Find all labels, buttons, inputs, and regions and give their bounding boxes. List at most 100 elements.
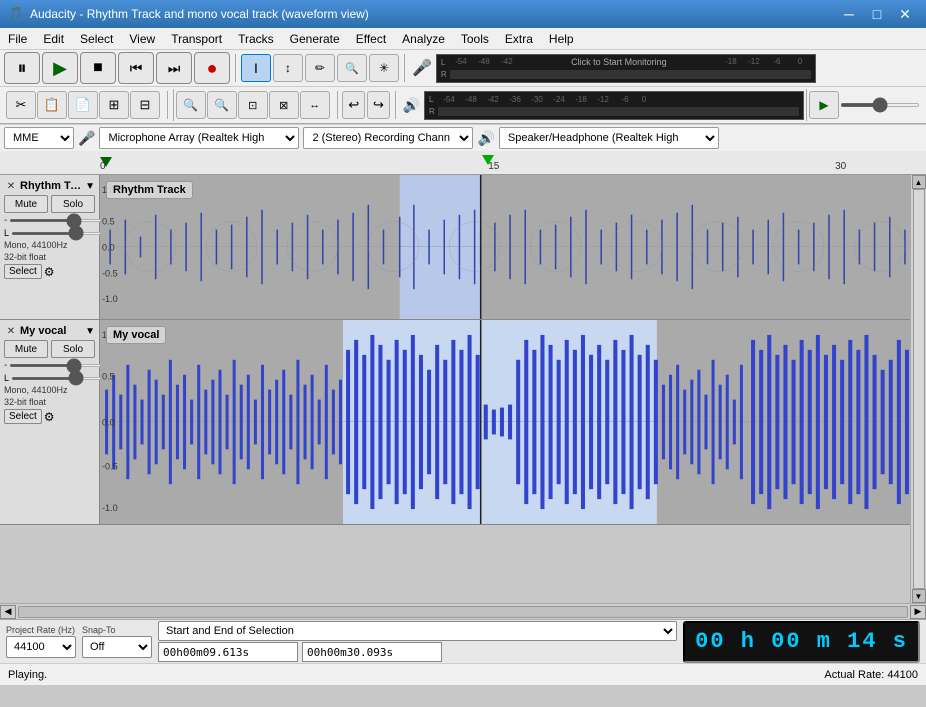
snap-to-label: Snap-To [82,625,152,635]
title-bar-controls: ─ □ ✕ [836,4,918,24]
status-playing: Playing. [8,669,804,681]
project-rate-section: Project Rate (Hz) 44100 [6,625,76,658]
fit-selection-button[interactable]: ⊡ [238,91,268,119]
rhythm-track-menu[interactable]: ▼ [85,181,95,192]
app-icon: 🎵 [8,6,24,22]
vocal-settings-icon[interactable]: ⚙ [44,410,58,424]
menu-effect[interactable]: Effect [348,28,394,49]
menu-extra[interactable]: Extra [497,28,541,49]
rhythm-track-content[interactable]: 1.0 0.5 0.0 -0.5 -1.0 Rhythm Track [100,175,910,319]
zoom-out-button[interactable]: 🔍 [207,91,237,119]
speed-slider[interactable] [840,103,920,107]
menu-analyze[interactable]: Analyze [394,28,453,49]
menu-generate[interactable]: Generate [282,28,348,49]
envelope-tool-button[interactable]: ↕ [273,54,303,82]
vocal-track-controls: ✕ My vocal ▼ Mute Solo - + L [0,320,100,524]
zoom-toggle-button[interactable]: ↔ [300,91,330,119]
output-meter[interactable]: L -54 -48 -42 -36 -30 -24 -18 -12 -6 0 [424,91,804,120]
pause-button[interactable]: ⏸ [4,52,40,84]
svg-text:-0.5: -0.5 [102,461,118,471]
vocal-track-content[interactable]: 1.0 0.5 0.0 -0.5 -1.0 My vocal [100,320,910,524]
selection-end-input[interactable] [302,642,442,662]
timeline-mark-0: 0 [100,161,106,172]
scroll-left-button[interactable]: ◀ [0,605,16,619]
selection-start-input[interactable] [158,642,298,662]
time-value: 00 h 00 m 14 s [695,629,908,654]
selection-mode-select[interactable]: Start and End of Selection [158,621,677,641]
speaker-device-icon: 🔊 [477,130,494,147]
minimize-button[interactable]: ─ [836,4,862,24]
forward-button[interactable]: ⏭ [156,52,192,84]
menu-select[interactable]: Select [72,28,121,49]
rhythm-select-button[interactable]: Select [4,264,42,279]
menu-bar: File Edit Select View Transport Tracks G… [0,28,926,50]
undo-button[interactable]: ↩ [342,91,365,119]
rhythm-gain-minus: - [4,215,7,226]
vertical-scrollbar[interactable]: ▲ ▼ [910,175,926,603]
vocal-pan-left: L [4,373,9,383]
menu-edit[interactable]: Edit [35,28,72,49]
output-device-select[interactable]: Speaker/Headphone (Realtek High [499,127,719,149]
menu-transport[interactable]: Transport [163,28,230,49]
svg-text:0.0: 0.0 [102,243,115,253]
selection-tool-button[interactable]: I [241,54,271,82]
rhythm-pan-left: L [4,228,9,238]
project-rate-select[interactable]: 44100 [6,636,76,658]
vocal-select-button[interactable]: Select [4,409,42,424]
time-display: 00 h 00 m 14 s [683,621,920,663]
vocal-track-name: My vocal [20,325,83,337]
input-meter[interactable]: L -54 -48 -42 Click to Start Monitoring … [436,54,816,83]
record-button[interactable]: ● [194,52,230,84]
snap-to-select[interactable]: Off [82,636,152,658]
rhythm-solo-button[interactable]: Solo [51,195,95,213]
channel-select[interactable]: 2 (Stereo) Recording Chann [303,127,473,149]
multitool-button[interactable]: ✳ [369,54,399,82]
fit-project-button[interactable]: ⊠ [269,91,299,119]
scroll-track [913,189,925,589]
rhythm-mute-button[interactable]: Mute [4,195,48,213]
cut-button[interactable]: ✂ [6,91,36,119]
vocal-close-button[interactable]: ✕ [4,324,18,338]
zoom-in-button[interactable]: 🔍 [176,91,206,119]
toolbar-row1: ⏸ ▶ ■ ⏮ ⏭ ● I ↕ ✏ 🔍 ✳ 🎤 L [0,50,926,124]
svg-text:1.0: 1.0 [102,330,115,340]
rewind-button[interactable]: ⏮ [118,52,154,84]
vocal-mute-button[interactable]: Mute [4,340,48,358]
vocal-track-menu[interactable]: ▼ [85,326,95,337]
rhythm-track: ✕ Rhythm Trac ▼ Mute Solo - + L [0,175,910,320]
maximize-button[interactable]: □ [864,4,890,24]
menu-tracks[interactable]: Tracks [230,28,282,49]
rhythm-track-controls: ✕ Rhythm Trac ▼ Mute Solo - + L [0,175,100,319]
rhythm-close-button[interactable]: ✕ [4,179,18,193]
menu-help[interactable]: Help [541,28,582,49]
play-button[interactable]: ▶ [42,52,78,84]
play-at-speed-button[interactable]: ▶ [809,91,839,119]
close-button[interactable]: ✕ [892,4,918,24]
rhythm-track-format: Mono, 44100Hz [4,240,95,250]
h-scroll-thumb[interactable] [18,606,908,618]
stop-button[interactable]: ■ [80,52,116,84]
trim-button[interactable]: ⊞ [99,91,129,119]
copy-button[interactable]: 📋 [37,91,67,119]
svg-text:1.0: 1.0 [102,185,115,195]
svg-text:0.5: 0.5 [102,217,115,227]
scroll-down-button[interactable]: ▼ [912,589,926,603]
menu-file[interactable]: File [0,28,35,49]
draw-tool-button[interactable]: ✏ [305,54,335,82]
redo-button[interactable]: ↪ [367,91,390,119]
input-device-select[interactable]: Microphone Array (Realtek High [99,127,299,149]
vocal-gain-minus: - [4,360,7,371]
zoom-tool-button[interactable]: 🔍 [337,54,367,82]
menu-tools[interactable]: Tools [453,28,497,49]
menu-view[interactable]: View [121,28,163,49]
scroll-right-button[interactable]: ▶ [910,605,926,619]
rhythm-settings-icon[interactable]: ⚙ [44,265,58,279]
vocal-solo-button[interactable]: Solo [51,340,95,358]
svg-text:-0.5: -0.5 [102,268,118,278]
host-select[interactable]: MME [4,127,74,149]
paste-button[interactable]: 📄 [68,91,98,119]
scroll-up-button[interactable]: ▲ [912,175,926,189]
speaker-icon: 🔊 [401,97,422,114]
status-bar: Playing. Actual Rate: 44100 [0,663,926,685]
silence-button[interactable]: ⊟ [130,91,160,119]
